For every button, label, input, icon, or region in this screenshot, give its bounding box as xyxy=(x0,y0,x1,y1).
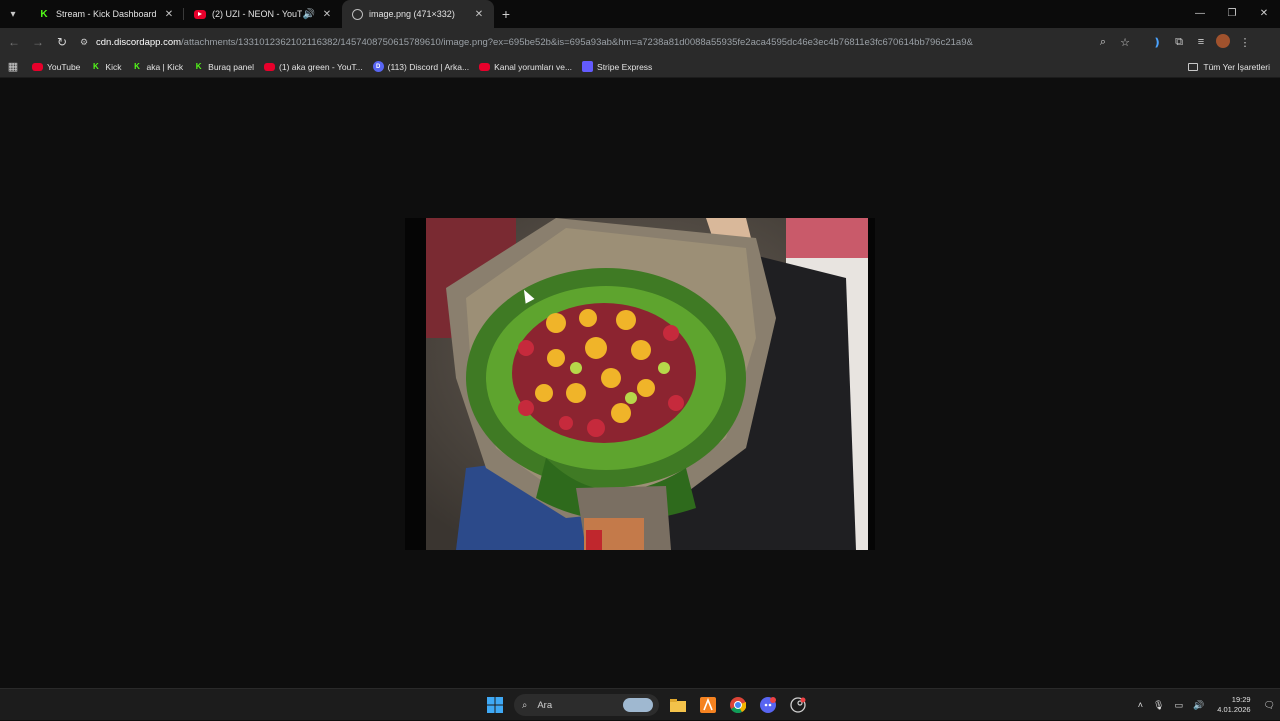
bookmark-kick[interactable]: K Kick xyxy=(90,61,121,72)
youtube-icon xyxy=(194,9,206,19)
close-window-button[interactable]: ✕ xyxy=(1248,0,1280,28)
discord-icon: D xyxy=(372,61,384,72)
close-tab-icon[interactable]: ✕ xyxy=(472,9,486,20)
tab-title: image.png (471×332) xyxy=(369,9,455,19)
kick-icon: K xyxy=(134,62,140,71)
search-placeholder: Ara xyxy=(537,699,553,711)
url-path: /attachments/1331012362102116382/1457408… xyxy=(181,36,973,48)
bookmark-star-icon[interactable]: ☆ xyxy=(1114,36,1136,49)
bookmark-buraq-panel[interactable]: K Buraq panel xyxy=(193,61,254,72)
menu-kebab-icon[interactable]: ⋮ xyxy=(1234,36,1256,49)
taskbar: ⌕ Ara ˄ 🎙 ▭ 🔊 19:29 4.01.2026 🗨 xyxy=(0,688,1280,720)
omnibox-actions: ⌕ ☆ xyxy=(1092,28,1136,56)
clock[interactable]: 19:29 4.01.2026 xyxy=(1217,695,1250,715)
bookmark-discord[interactable]: D (113) Discord | Arka... xyxy=(372,61,470,72)
app-orange-icon[interactable] xyxy=(693,690,723,720)
network-icon[interactable]: ▭ xyxy=(1174,700,1183,711)
bookmark-label: YouTube xyxy=(47,61,81,72)
tab-youtube[interactable]: (2) UZI - NEON - YouTube 🔊 ✕ xyxy=(184,0,342,28)
all-bookmarks-button[interactable]: Tüm Yer İşaretleri xyxy=(1188,56,1270,78)
bookmark-label: Kick xyxy=(105,61,122,72)
tab-title: (2) UZI - NEON - YouTube xyxy=(212,9,302,19)
folder-icon xyxy=(1188,63,1199,71)
bookmark-stripe-express[interactable]: Stripe Express xyxy=(582,61,652,72)
reload-button[interactable]: ↻ xyxy=(50,30,74,54)
bookmark-label: (113) Discord | Arka... xyxy=(387,61,470,72)
windows-start-icon[interactable] xyxy=(480,690,510,720)
bouquet-photo[interactable] xyxy=(426,218,868,550)
globe-icon xyxy=(352,8,363,20)
forward-button[interactable]: → xyxy=(26,30,50,54)
tab-image[interactable]: image.png (471×332) ✕ xyxy=(342,0,494,28)
taskbar-search[interactable]: ⌕ Ara xyxy=(514,694,659,716)
browser-toolbar: ← → ↻ ⚙ cdn.discordapp.com /attachments/… xyxy=(0,28,1280,56)
clock-time: 19:29 xyxy=(1231,695,1251,704)
extension-audio-icon[interactable]: ❫ xyxy=(1146,36,1168,49)
minimize-button[interactable]: — xyxy=(1184,0,1216,28)
bookmark-label: (1) aka green - YouT... xyxy=(279,61,363,72)
kick-icon: K xyxy=(93,62,99,71)
zoom-icon[interactable]: ⌕ xyxy=(1092,36,1114,49)
bookmark-youtube[interactable]: YouTube xyxy=(32,62,80,72)
youtube-icon xyxy=(264,62,276,71)
bookmark-kanal-yorumlari[interactable]: Kanal yorumları ve... xyxy=(479,62,572,72)
address-bar[interactable]: ⚙ cdn.discordapp.com /attachments/133101… xyxy=(78,31,1108,53)
bookmark-aka-kick[interactable]: Kaka | Kick xyxy=(131,61,183,72)
restore-button[interactable]: ❐ xyxy=(1216,0,1248,28)
apps-grid-icon[interactable]: ▦ xyxy=(0,60,26,73)
speaker-icon[interactable]: 🔊 xyxy=(302,9,316,20)
site-info-icon[interactable]: ⚙ xyxy=(80,37,96,48)
url-host: cdn.discordapp.com xyxy=(96,36,182,48)
bookmark-aka-green[interactable]: (1) aka green - YouT... xyxy=(264,62,363,72)
extensions-icon[interactable]: ⧉ xyxy=(1168,36,1190,49)
new-tab-button[interactable]: + xyxy=(494,6,518,22)
back-button[interactable]: ← xyxy=(2,30,26,54)
toolbar-actions: ❫ ⧉ ≡ ⋮ xyxy=(1146,28,1256,56)
bookmark-label: Stripe Express xyxy=(597,61,653,72)
system-tray: ˄ 🎙 ▭ 🔊 19:29 4.01.2026 🗨 xyxy=(1133,689,1280,721)
profile-avatar[interactable] xyxy=(1212,33,1234,51)
search-icon: ⌕ xyxy=(522,699,528,711)
discord-icon[interactable] xyxy=(753,690,783,720)
stripe-icon xyxy=(582,61,594,72)
steam-icon[interactable] xyxy=(783,690,813,720)
clock-date: 4.01.2026 xyxy=(1217,705,1251,714)
tab-kick-dashboard[interactable]: K Stream - Kick Dashboard ✕ xyxy=(28,0,184,28)
page-viewport xyxy=(0,79,1280,688)
taskbar-center: ⌕ Ara xyxy=(480,689,813,721)
tab-strip: ▾ K Stream - Kick Dashboard ✕ (2) UZI - … xyxy=(0,0,1280,28)
bouquet-illustration xyxy=(426,218,868,550)
youtube-icon xyxy=(479,62,491,71)
close-tab-icon[interactable]: ✕ xyxy=(320,9,334,20)
bookmark-label: aka | Kick xyxy=(146,61,184,72)
notifications-icon[interactable]: 🗨 xyxy=(1264,700,1275,711)
tray-overflow-icon[interactable]: ˄ xyxy=(1138,700,1143,710)
microphone-icon[interactable]: 🎙 xyxy=(1153,700,1164,711)
weather-cloud-icon xyxy=(623,698,653,712)
bookmark-label: Buraq panel xyxy=(208,61,255,72)
bookmarks-bar: ▦ YouTube K Kick Kaka | Kick K Buraq panel… xyxy=(0,56,1280,78)
window-controls: — ❐ ✕ xyxy=(1184,0,1280,28)
bookmark-label: Kanal yorumları ve... xyxy=(494,61,573,72)
kick-icon: K xyxy=(195,62,202,71)
tab-title: Stream - Kick Dashboard xyxy=(56,9,157,19)
kick-icon: K xyxy=(40,8,48,20)
close-tab-icon[interactable]: ✕ xyxy=(162,9,176,20)
chrome-icon[interactable] xyxy=(723,690,753,720)
image-frame xyxy=(405,218,875,550)
tab-search-icon[interactable]: ▾ xyxy=(0,1,26,27)
file-explorer-icon[interactable] xyxy=(663,690,693,720)
volume-icon[interactable]: 🔊 xyxy=(1193,700,1204,711)
youtube-icon xyxy=(32,62,43,71)
media-controls-icon[interactable]: ≡ xyxy=(1190,36,1212,48)
all-bookmarks-label: Tüm Yer İşaretleri xyxy=(1203,62,1270,72)
